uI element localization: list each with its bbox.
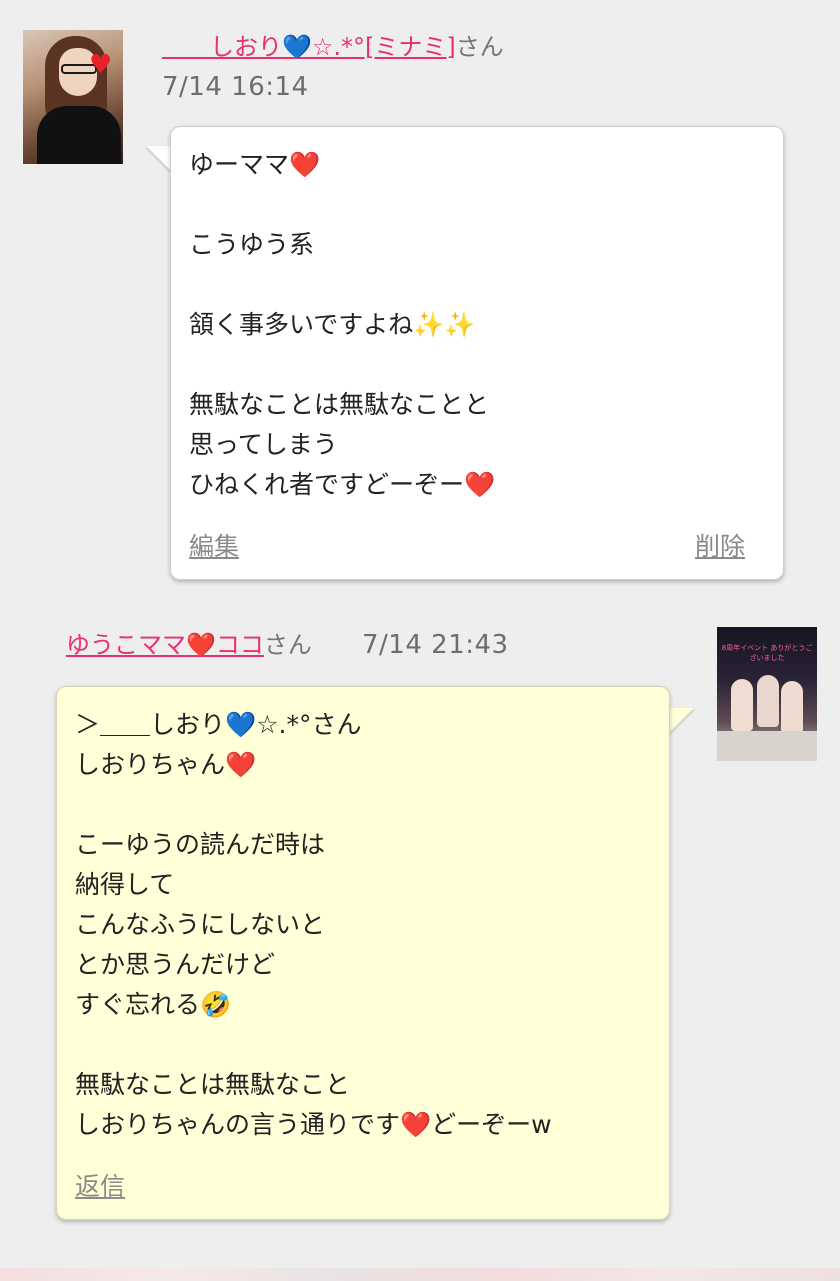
message-line: [189, 345, 495, 385]
post1-author-row: ＿＿しおり💙☆.*°[ミナミ]さん: [162, 30, 504, 64]
avatar-person: [757, 675, 779, 727]
post2-message-bubble: ＞＿＿しおり💙☆.*°さん しおりちゃん❤️ こーゆうの読んだ時は 納得して こ…: [56, 686, 670, 1220]
post1-message-body: ゆーママ❤️ こうゆう系 頷く事多いですよね✨✨ 無駄なことは無駄なことと 思っ…: [189, 145, 495, 505]
message-line: とか思うんだけど: [75, 950, 276, 979]
next-post-preview: [0, 1268, 840, 1281]
post2-author-suffix: さん: [263, 631, 312, 659]
avatar-shiori[interactable]: ♥: [23, 30, 123, 164]
message-line: しおりちゃんの言う通りです❤️どーぞーw: [75, 1110, 552, 1139]
message-line: こうゆう系: [189, 230, 315, 259]
post2-timestamp: 7/14 21:43: [362, 630, 509, 660]
post1-author-suffix: さん: [455, 33, 504, 61]
message-line: こーゆうの読んだ時は: [75, 830, 326, 859]
message-line: 納得して: [75, 870, 175, 899]
post1-timestamp: 7/14 16:14: [162, 72, 309, 102]
post1-message-bubble: ゆーママ❤️ こうゆう系 頷く事多いですよね✨✨ 無駄なことは無駄なことと 思っ…: [170, 126, 784, 580]
delete-link[interactable]: 削除: [695, 527, 745, 563]
message-line: 無駄なことは無駄なことと: [189, 390, 490, 419]
heart-icon: ♥: [89, 50, 113, 80]
post2-author-row: ゆうこママ❤️ココさん: [66, 628, 312, 662]
avatar-person: [731, 679, 753, 731]
message-line: 無駄なことは無駄なこと: [75, 1070, 351, 1099]
message-line: しおりちゃん❤️: [75, 750, 257, 779]
message-line: ＞＿＿しおり💙☆.*°さん: [75, 710, 362, 739]
message-line: すぐ忘れる🤣: [75, 990, 232, 1019]
avatar-table: [717, 731, 817, 761]
avatar-yuko[interactable]: 8周年イベント ありがとうございました: [717, 627, 817, 761]
edit-link[interactable]: 編集: [189, 527, 239, 563]
message-line: ひねくれ者ですどーぞー❤️: [189, 470, 496, 499]
message-line: [189, 185, 495, 225]
message-line: [75, 1025, 552, 1065]
post2-author-name[interactable]: ゆうこママ❤️ココ: [66, 631, 264, 659]
avatar-banner-text: 8周年イベント ありがとうございました: [721, 644, 813, 662]
post1-author-name[interactable]: ＿＿しおり💙☆.*°[ミナミ]: [162, 33, 456, 61]
message-line: こんなふうにしないと: [75, 910, 326, 939]
post2-bubble-tail: [668, 708, 694, 734]
avatar-dress: [37, 106, 121, 164]
message-line: 思ってしまう: [189, 430, 338, 459]
message-line: [75, 785, 552, 825]
message-line: [189, 265, 495, 305]
post2-message-body: ＞＿＿しおり💙☆.*°さん しおりちゃん❤️ こーゆうの読んだ時は 納得して こ…: [75, 705, 552, 1145]
reply-link[interactable]: 返信: [75, 1167, 125, 1203]
avatar-person: [781, 681, 803, 733]
post1-bubble-tail: [146, 146, 172, 172]
message-line: ゆーママ❤️: [189, 150, 321, 179]
message-line: 頷く事多いですよね✨✨: [189, 310, 476, 339]
